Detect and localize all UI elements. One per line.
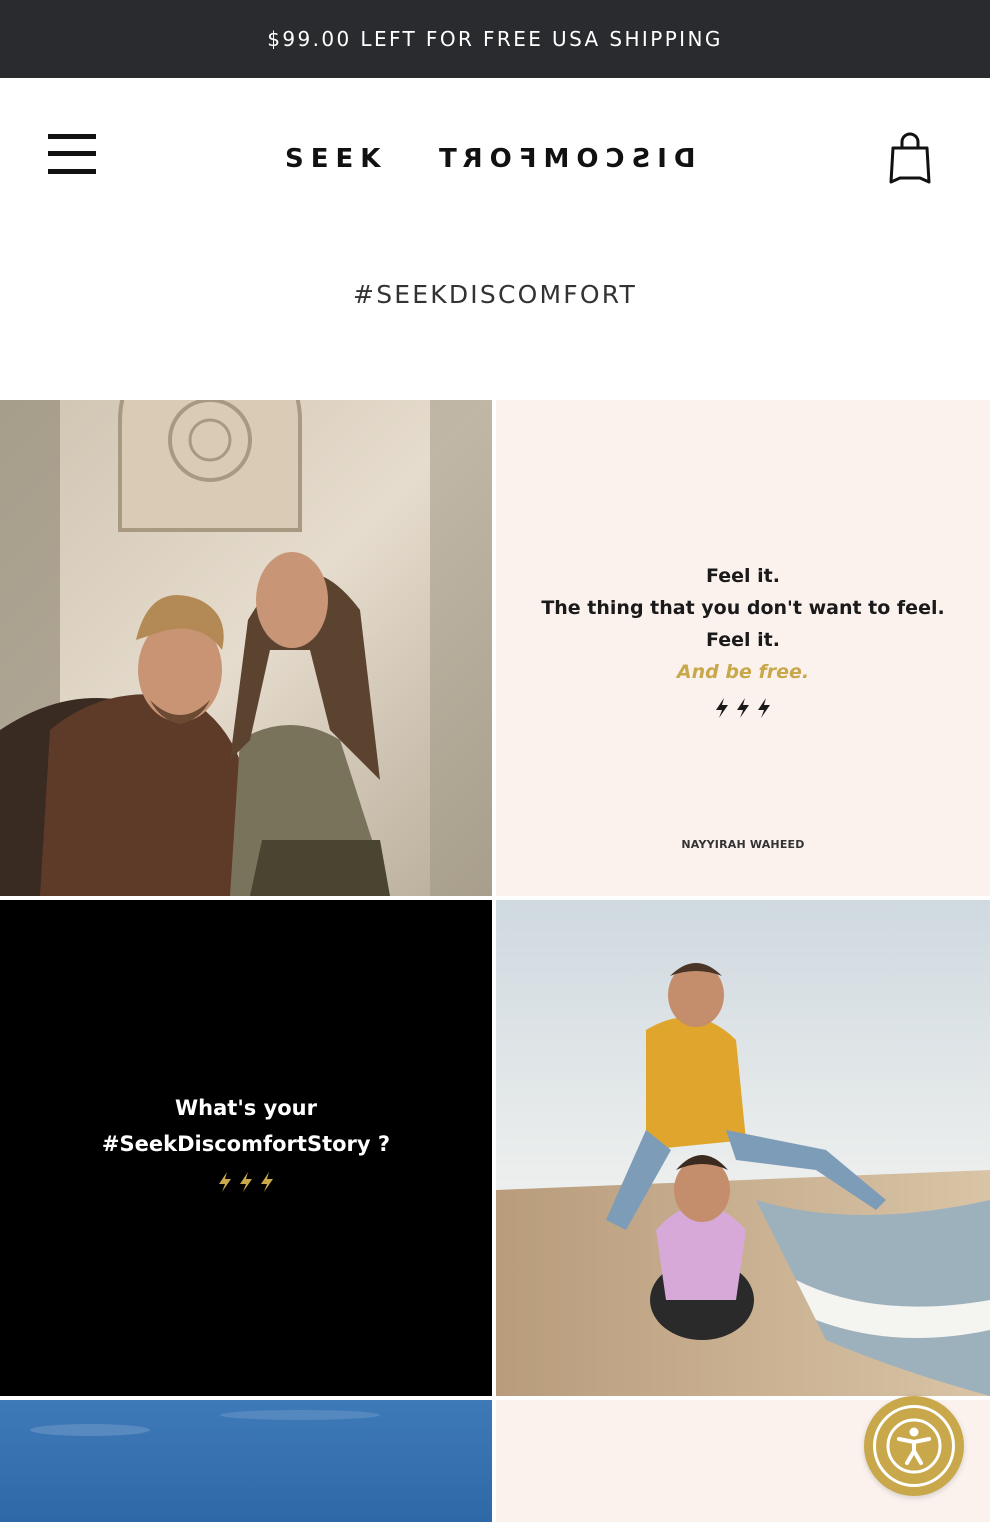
shopping-bag-icon[interactable] — [886, 132, 934, 188]
free-shipping-text: $99.00 LEFT FOR FREE USA SHIPPING — [267, 27, 723, 51]
quote-line-3: Feel it. — [706, 629, 780, 651]
accessibility-icon — [873, 1405, 955, 1487]
gallery-photo-couple[interactable] — [0, 400, 492, 896]
quote-line-2: The thing that you don't want to feel. — [541, 597, 945, 619]
gallery-quote-tile[interactable]: Feel it. The thing that you don't want t… — [496, 400, 990, 896]
story-line-2: #SeekDiscomfortStory ? — [101, 1132, 391, 1156]
quote-highlight: And be free. — [676, 661, 810, 683]
free-shipping-banner: $99.00 LEFT FOR FREE USA SHIPPING — [0, 0, 990, 78]
hamburger-menu-icon[interactable] — [48, 132, 96, 178]
logo-word-discomfort: DISCOMFORT — [431, 144, 696, 174]
quote-author: NAYYIRAH WAHEED — [681, 838, 805, 851]
site-logo[interactable]: SEEK DISCOMFORT — [285, 144, 695, 174]
story-text: What's your #SeekDiscomfortStory ? — [0, 1090, 492, 1206]
page-title: #SEEKDISCOMFORT — [353, 280, 637, 309]
quote-line-1: Feel it. — [706, 565, 780, 587]
quote-text: Feel it. The thing that you don't want t… — [496, 560, 990, 728]
lightning-bolts-icon — [496, 696, 990, 728]
site-header: SEEK DISCOMFORT — [0, 78, 990, 240]
gallery-photo-sky[interactable] — [0, 1400, 492, 1522]
story-line-1: What's your — [175, 1096, 317, 1120]
logo-word-seek: SEEK — [285, 144, 388, 174]
gallery-photo-beach[interactable] — [496, 900, 990, 1396]
accessibility-button[interactable] — [864, 1396, 964, 1496]
gallery-story-tile[interactable]: What's your #SeekDiscomfortStory ? — [0, 900, 492, 1396]
lightning-bolts-icon — [0, 1170, 492, 1206]
